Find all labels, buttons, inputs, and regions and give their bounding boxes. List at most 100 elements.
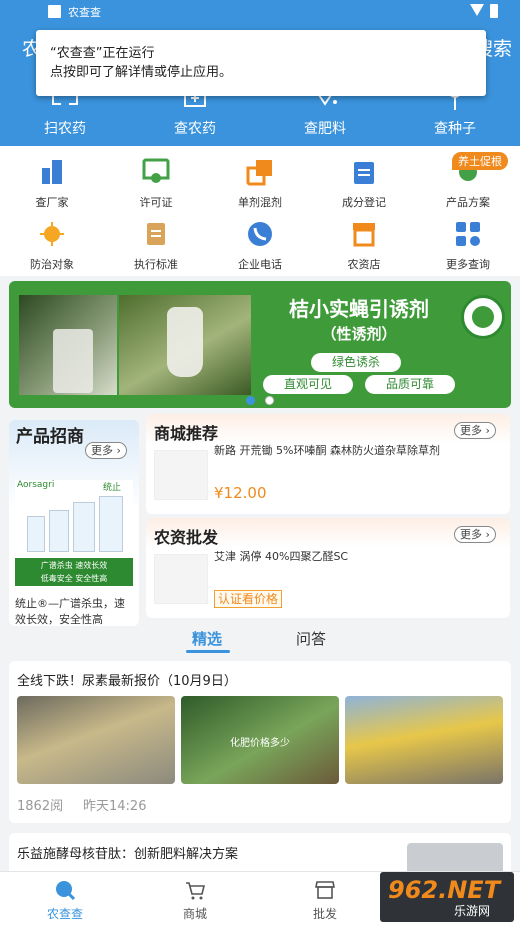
running-notification[interactable]: “农查查”正在运行 点按即可了解详情或停止应用。 — [36, 30, 486, 96]
top-nav-label: 查肥料 — [304, 121, 346, 137]
more-button[interactable]: 更多 › — [454, 526, 496, 543]
watermark-brand: 962.NET — [388, 876, 501, 904]
more-label: 更多 — [91, 444, 113, 457]
product-slogan: 广谱杀虫 速效长效 低毒安全 安全性高 — [15, 558, 133, 586]
grid-item-factory[interactable]: 查厂家 — [0, 148, 104, 212]
mall-recommend-card[interactable]: 商城推荐 更多 › 新路 开荒锄 5%环嗪酮 森林防火道杂草除草剂 ¥12.00 — [146, 414, 510, 514]
banner-pill: 绿色诱杀 — [311, 353, 401, 372]
shop-icon — [315, 881, 335, 899]
search-icon — [56, 881, 75, 900]
grid-label: 企业电话 — [238, 258, 282, 271]
battery-icon — [490, 4, 498, 18]
cart-icon — [186, 882, 205, 900]
logo-inner — [472, 306, 494, 328]
banner-photo-trap-jar — [19, 295, 117, 395]
carousel-dot[interactable] — [265, 396, 274, 405]
promo-badge: 养土促根 — [452, 152, 508, 170]
article-card[interactable]: 全线下跌！尿素最新报价（10月9日） 化肥价格多少 1862阅 昨天14:26 — [9, 661, 511, 823]
clipboard-icon — [354, 162, 374, 184]
bottom-nav-label: 农查查 — [46, 907, 83, 921]
brand-logo — [461, 295, 505, 339]
app-notification-icon — [48, 5, 61, 18]
grid-label: 执行标准 — [134, 258, 178, 271]
top-nav-label: 查农药 — [174, 121, 216, 137]
layers-icon — [246, 160, 272, 186]
wholesale-card[interactable]: 农资批发 更多 › 艾津 涡停 40%四聚乙醛SC 认证看价格 — [146, 518, 510, 618]
grid-label: 产品方案 — [446, 196, 490, 209]
grid-label: 防治对象 — [30, 258, 74, 271]
phone-icon — [248, 222, 272, 246]
mall-product-thumbnail — [154, 450, 208, 500]
slogan-line: 低毒安全 安全性高 — [40, 574, 108, 583]
status-bar: 农查查 — [0, 0, 520, 24]
top-nav-label: 扫农药 — [44, 121, 86, 137]
more-button[interactable]: 更多 › — [454, 422, 496, 439]
more-label: 更多 — [460, 424, 482, 437]
bottom-nav-mall[interactable]: 商城 — [130, 872, 260, 926]
function-grid: 查厂家 许可证 单剂混剂 成分登记 产品方案 养土促根 防治对象 执行标准 企业… — [0, 146, 520, 276]
virus-icon — [40, 222, 64, 246]
grid-item-ingredient[interactable]: 成分登记 — [312, 148, 416, 212]
wholesale-title: 农资批发 — [154, 528, 219, 547]
grid-item-company-phone[interactable]: 企业电话 — [208, 210, 312, 274]
tab-qa[interactable]: 问答 — [296, 628, 326, 649]
article-image — [17, 696, 175, 784]
article-time: 昨天14:26 — [83, 799, 147, 814]
more-label: 更多 — [460, 528, 482, 541]
notification-line2: 点按即可了解详情或停止应用。 — [50, 65, 233, 80]
watermark-sub: 乐游网 — [454, 904, 491, 918]
tab-featured[interactable]: 精选 — [192, 628, 222, 649]
notification-line1: “农查查”正在运行 — [50, 46, 155, 61]
bottle — [27, 516, 45, 552]
slogan-line: 广谱杀虫 速效长效 — [40, 561, 108, 570]
more-button[interactable]: 更多 › — [85, 442, 127, 459]
apps-icon — [456, 222, 480, 246]
grid-label: 单剂混剂 — [238, 196, 282, 209]
grid-label: 查厂家 — [35, 196, 69, 209]
wholesale-product-name: 艾津 涡停 40%四聚乙醛SC — [214, 550, 349, 563]
product-image: Aorsagri 统止 广谱杀虫 速效长效 低毒安全 安全性高 — [15, 480, 133, 610]
product-recruit-card[interactable]: 产品招商 更多 › Aorsagri 统止 广谱杀虫 速效长效 低毒安全 安全性… — [9, 420, 139, 626]
promo-banner[interactable]: 桔小实蝇引诱剂 （性诱剂） 绿色诱杀 直观可见 品质可靠 — [9, 281, 511, 408]
view-price-button[interactable]: 认证看价格 — [214, 590, 283, 608]
top-nav-label: 查种子 — [434, 121, 476, 137]
product-recruit-title: 产品招商 — [16, 427, 84, 447]
site-watermark: 962.NET 乐游网 — [380, 872, 514, 922]
document-icon — [147, 223, 165, 245]
article-views: 1862阅 — [17, 799, 64, 814]
product-recruit-desc: 统止®—广谱杀虫，速效长效，安全性高 — [15, 597, 125, 626]
grid-item-more[interactable]: 更多查询 — [416, 210, 520, 274]
banner-title: 桔小实蝇引诱剂 — [289, 297, 429, 321]
banner-pill: 直观可见 — [263, 375, 353, 394]
article-image: 化肥价格多少 — [181, 696, 339, 784]
grid-label: 更多查询 — [446, 258, 490, 271]
grid-item-standard[interactable]: 执行标准 — [104, 210, 208, 274]
grid-label: 农资店 — [347, 258, 381, 271]
store-icon — [353, 223, 375, 247]
article-image — [345, 696, 503, 784]
grid-label: 许可证 — [139, 196, 173, 209]
article-image-caption: 化肥价格多少 — [230, 738, 290, 749]
brand-name: Aorsagri — [17, 480, 55, 490]
mall-product-price: ¥12.00 — [214, 484, 267, 502]
bottom-nav-label: 批发 — [312, 907, 337, 921]
banner-subtitle: （性诱剂） — [321, 325, 397, 343]
bottom-nav-label: 商城 — [182, 907, 207, 921]
grid-item-agri-store[interactable]: 农资店 — [312, 210, 416, 274]
bottle — [49, 510, 69, 552]
bottom-nav-wholesale[interactable]: 批发 — [260, 872, 390, 926]
brand-name-cn: 统止 — [103, 483, 122, 493]
grid-item-license[interactable]: 许可证 — [104, 148, 208, 212]
article-title: 全线下跌！尿素最新报价（10月9日） — [17, 674, 237, 689]
wholesale-product-thumbnail — [154, 554, 208, 604]
mall-product-name: 新路 开荒锄 5%环嗪酮 森林防火道杂草除草剂 — [214, 444, 440, 457]
grid-item-pest-target[interactable]: 防治对象 — [0, 210, 104, 274]
status-app-name: 农查查 — [68, 6, 101, 19]
carousel-dot-active[interactable] — [246, 396, 255, 405]
factory-icon — [42, 160, 62, 184]
banner-pill: 品质可靠 — [365, 375, 455, 394]
certificate-icon — [142, 158, 170, 183]
bottom-nav-home[interactable]: 农查查 — [0, 872, 130, 926]
grid-item-formulation[interactable]: 单剂混剂 — [208, 148, 312, 212]
jar-shape — [53, 329, 93, 393]
